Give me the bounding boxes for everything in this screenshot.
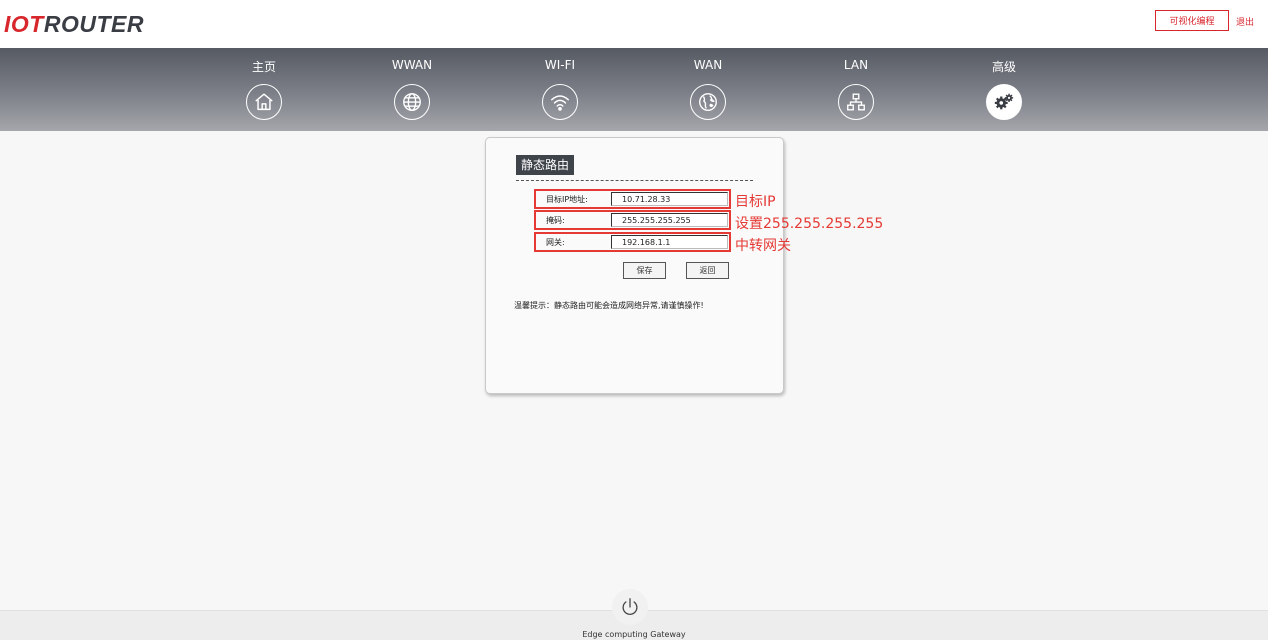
divider [516, 180, 753, 181]
nav-label: WI-FI [544, 58, 576, 72]
footer-caption: Edge computing Gateway [582, 630, 686, 639]
warning-tip: 温馨提示：静态路由可能会造成网络异常,请谨慎操作! [514, 301, 704, 310]
nav-item-wan[interactable]: WAN [668, 48, 748, 131]
main-nav: 主页 WWAN WI-FI WAN LAN 高级 [0, 48, 1268, 131]
annotation-gateway: 中转网关 [735, 238, 791, 254]
nav-item-lan[interactable]: LAN [816, 48, 896, 131]
nav-item-wwan[interactable]: WWAN [372, 48, 452, 131]
power-icon [622, 598, 638, 615]
nav-item-home[interactable]: 主页 [224, 48, 304, 131]
nav-label: WWAN [391, 58, 433, 72]
annotation-netmask: 设置255.255.255.255 [735, 216, 884, 232]
wifi-icon[interactable] [542, 84, 578, 120]
back-button[interactable]: 返回 [686, 262, 729, 279]
netmask-row: 掩码: [534, 210, 731, 230]
panel-title: 静态路由 [516, 155, 575, 175]
netmask-input[interactable] [611, 213, 728, 227]
visual-programming-button[interactable]: 可视化编程 [1155, 10, 1229, 31]
annotation-target-ip: 目标IP [735, 194, 776, 210]
nav-item-wifi[interactable]: WI-FI [520, 48, 600, 131]
netmask-label: 掩码: [546, 216, 565, 225]
gears-icon[interactable] [986, 84, 1022, 120]
static-route-panel: 静态路由 目标IP地址: 掩码: 网关: 保存 返回 温馨提示：静态路由可能会造… [485, 137, 784, 394]
nav-item-advanced[interactable]: 高级 [964, 48, 1044, 131]
network-icon[interactable] [838, 84, 874, 120]
globe-icon[interactable] [394, 84, 430, 120]
save-button[interactable]: 保存 [623, 262, 666, 279]
earth-icon[interactable] [690, 84, 726, 120]
top-bar: IOTROUTER 可视化编程 退出 [0, 0, 1268, 48]
brand-logo: IOTROUTER [4, 11, 144, 37]
nav-label: 高级 [991, 60, 1016, 74]
target-ip-label: 目标IP地址: [546, 195, 588, 204]
target-ip-row: 目标IP地址: [534, 189, 731, 209]
nav-label: 主页 [251, 60, 276, 74]
power-button[interactable] [612, 589, 648, 625]
nav-label: LAN [843, 58, 869, 72]
nav-label: WAN [693, 58, 723, 72]
gateway-row: 网关: [534, 232, 731, 252]
logout-link[interactable]: 退出 [1236, 15, 1254, 28]
target-ip-input[interactable] [611, 192, 728, 206]
home-icon[interactable] [246, 84, 282, 120]
gateway-label: 网关: [546, 238, 565, 247]
gateway-input[interactable] [611, 235, 728, 249]
